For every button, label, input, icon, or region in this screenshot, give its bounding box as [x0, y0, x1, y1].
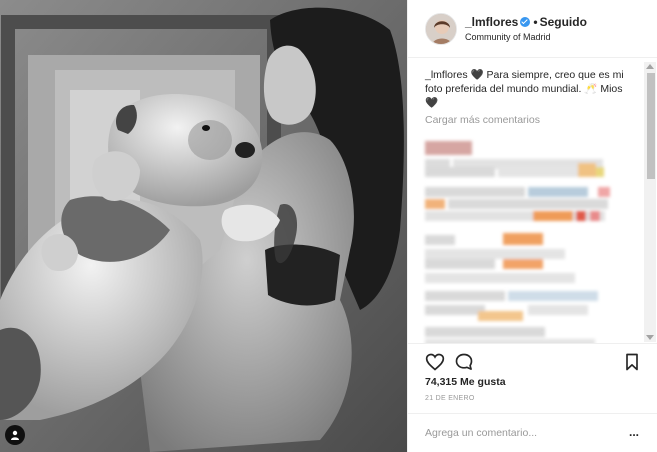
post-date[interactable]: 21 DE ENERO	[425, 395, 475, 402]
blurred-comments	[425, 141, 610, 343]
caption-username[interactable]: _lmflores	[425, 69, 468, 81]
separator-dot: •	[533, 15, 538, 29]
post-side-panel: _lmflores • Seguido Community of Madrid _l…	[407, 0, 657, 452]
post-photo[interactable]	[0, 0, 407, 452]
post-author: _lmflores • Seguido	[465, 15, 587, 29]
post-header: _lmflores • Seguido Community of Madrid	[408, 0, 657, 58]
action-bar	[408, 343, 657, 373]
post-caption: _lmflores 🖤 Para siempre, creo que es mi…	[425, 68, 635, 110]
load-more-comments-button[interactable]: Cargar más comentarios	[425, 114, 540, 126]
comment-input[interactable]	[425, 425, 620, 441]
photo-image	[0, 0, 407, 452]
user-tag-icon[interactable]	[5, 425, 25, 445]
scroll-up-arrow-icon[interactable]	[646, 64, 654, 69]
more-options-button[interactable]: ...	[626, 425, 642, 441]
follow-button[interactable]: Seguido	[540, 15, 587, 29]
scroll-down-arrow-icon[interactable]	[646, 335, 654, 340]
heart-icon[interactable]	[425, 352, 445, 372]
like-count[interactable]: 74,315 Me gusta	[425, 376, 506, 388]
comment-icon[interactable]	[454, 352, 474, 372]
comment-composer: ...	[408, 413, 657, 452]
avatar[interactable]	[425, 13, 457, 45]
verified-badge-icon	[520, 17, 531, 27]
location-link[interactable]: Community of Madrid	[465, 32, 551, 42]
bookmark-icon[interactable]	[622, 352, 642, 372]
comments-section: _lmflores 🖤 Para siempre, creo que es mi…	[408, 59, 657, 343]
scrollbar-thumb[interactable]	[647, 73, 655, 179]
username-link[interactable]: _lmflores	[465, 15, 518, 29]
